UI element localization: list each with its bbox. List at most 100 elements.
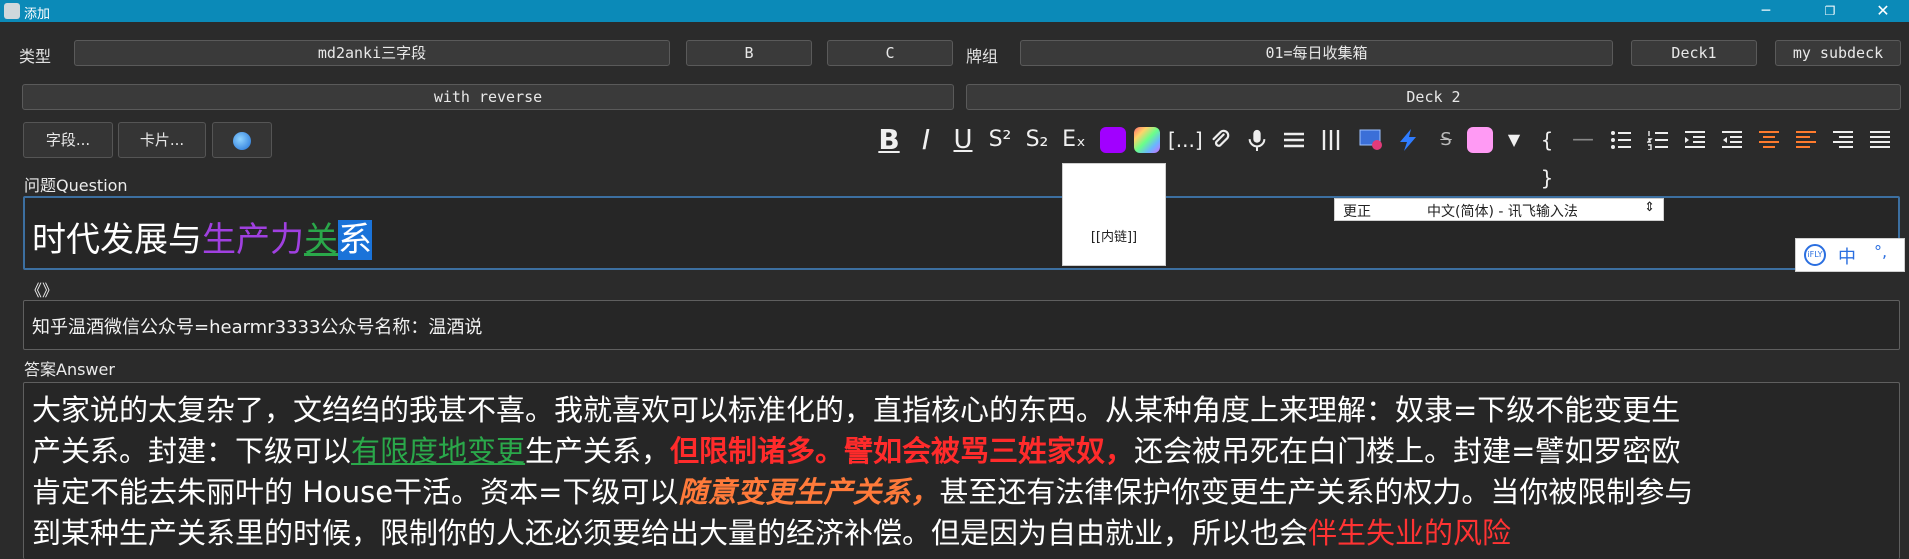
align-left-icon	[1796, 131, 1816, 148]
outdent-button[interactable]	[1680, 121, 1710, 159]
underline-button[interactable]: U	[948, 121, 978, 159]
columns-icon	[1322, 130, 1340, 150]
answer-segment: 到某种生产关系里的时候，限制你的人还必须要给出大量的经济补偿。但是因为自由就业，…	[32, 516, 1309, 550]
justify-button[interactable]	[1865, 121, 1895, 159]
text-color-button[interactable]	[1098, 121, 1128, 159]
fields-button[interactable]: 字段...	[23, 122, 113, 158]
answer-segment: 还会被吊死在白门楼上。封建=譬如罗密欧	[1134, 434, 1681, 468]
strikethrough-button[interactable]: S	[1431, 121, 1461, 159]
outdent-icon	[1685, 131, 1705, 148]
app-icon	[4, 3, 20, 19]
answer-text: 大家说的太复杂了，文绉绉的我甚不喜。我就喜欢可以标准化的，直指核心的东西。从某种…	[32, 390, 1892, 554]
align-menu-button[interactable]	[1279, 121, 1309, 159]
columns-button[interactable]	[1316, 121, 1346, 159]
with-reverse-button[interactable]: with reverse	[22, 84, 954, 110]
inner-link-text[interactable]: [[内链]]	[1063, 226, 1165, 245]
code-button[interactable]: { }	[1532, 121, 1562, 190]
restore-icon[interactable]: ❐	[1807, 0, 1853, 22]
answer-line: 大家说的太复杂了，文绉绉的我甚不喜。我就喜欢可以标准化的，直指核心的东西。从某种…	[32, 390, 1892, 431]
answer-segment-orange: 随意变更生产关系，	[678, 475, 940, 509]
note-type-select[interactable]: md2anki三字段	[74, 40, 670, 66]
align-left-button[interactable]	[1791, 121, 1821, 159]
answer-segment: 大家说的太复杂了，文绉绉的我甚不喜。我就喜欢可以标准化的，直指核心的东西。从某种…	[32, 393, 1681, 427]
answer-segment-red: 但限制诸多。譬如会被骂三姓家奴，	[670, 434, 1135, 468]
numbered-list-icon	[1646, 131, 1668, 151]
align-right-icon	[1833, 131, 1853, 148]
answer-segment-red: 伴生失业的风险	[1308, 516, 1512, 550]
indent-icon	[1722, 131, 1742, 148]
question-text-purple: 生产力	[202, 220, 304, 260]
deck-select[interactable]: 01=每日收集箱	[1020, 40, 1613, 66]
globe-button[interactable]	[212, 122, 272, 158]
paperclip-icon	[1212, 129, 1230, 147]
title-bar: 添加 ─ ❐ ✕	[0, 0, 1909, 22]
inner-link-popup[interactable]: [[内链]]	[1062, 163, 1166, 266]
answer-field-label: 答案Answer	[24, 360, 115, 379]
bullet-list-button[interactable]	[1606, 121, 1636, 159]
lightning-icon	[1400, 129, 1416, 151]
numbered-list-button[interactable]	[1643, 121, 1673, 159]
minimize-icon[interactable]: ─	[1743, 0, 1789, 22]
highlight-color-button[interactable]	[1132, 121, 1162, 159]
answer-line: 到某种生产关系里的时候，限制你的人还必须要给出大量的经济补偿。但是因为自由就业，…	[32, 513, 1892, 554]
justify-icon	[1870, 131, 1890, 148]
deck-label: 牌组	[966, 47, 999, 66]
pink-color-button[interactable]	[1465, 121, 1495, 159]
ime-chinese-toggle[interactable]: 中	[1838, 243, 1856, 269]
note-type-b-button[interactable]: B	[686, 40, 812, 66]
question-field-label: 问题Question	[24, 176, 128, 195]
question-text-selected: 系	[338, 220, 372, 260]
hr-button[interactable]: —	[1568, 121, 1598, 159]
note-type-c-button[interactable]: C	[827, 40, 953, 66]
question-text-plain: 时代发展与	[32, 220, 202, 260]
answer-segment: 甚至还有法律保护你变更生产关系的权力。当你被限制参与	[939, 475, 1694, 509]
align-center-button[interactable]	[1754, 121, 1784, 159]
ime-arrows-icon[interactable]: ⇕	[1644, 200, 1655, 215]
subscript-button[interactable]: S₂	[1022, 121, 1052, 159]
answer-segment: 生产关系，	[525, 434, 671, 468]
strikethrough-icon: S	[1440, 129, 1452, 150]
close-icon[interactable]: ✕	[1860, 0, 1906, 22]
cloze-button[interactable]: [...]	[1168, 121, 1203, 159]
deck1-button[interactable]: Deck1	[1631, 40, 1757, 66]
answer-line: 肯定不能去朱丽叶的 House干活。资本=下级可以随意变更生产关系，甚至还有法律…	[32, 472, 1892, 513]
hamburger-icon	[1284, 132, 1304, 148]
aside-field-text: 知乎温酒微信公众号=hearmr3333公众号名称：温酒说	[32, 317, 483, 338]
indent-button[interactable]	[1717, 121, 1747, 159]
cards-button[interactable]: 卡片...	[118, 122, 206, 158]
ime-status-bar[interactable]: 更正 中文(简体) - 讯飞输入法 ⇕	[1334, 198, 1664, 221]
answer-segment: 产关系。封建：下级可以	[32, 434, 352, 468]
text-color-swatch-icon	[1100, 127, 1126, 153]
note-type-label: 类型	[19, 47, 52, 66]
answer-segment-green: 有限度地变更	[351, 434, 526, 468]
ime-punctuation-toggle[interactable]: °,	[1874, 242, 1887, 261]
clear-format-button[interactable]: Eₓ	[1059, 121, 1089, 159]
align-center-icon	[1759, 131, 1779, 148]
aside-field-label: 《》	[26, 281, 59, 300]
screen-add-icon	[1359, 129, 1382, 150]
image-button[interactable]	[1356, 121, 1386, 159]
answer-line: 产关系。封建：下级可以有限度地变更生产关系，但限制诸多。譬如会被骂三姓家奴，还会…	[32, 431, 1892, 472]
window-title: 添加	[24, 7, 51, 22]
bold-button[interactable]: B	[874, 121, 904, 159]
my-subdeck-button[interactable]: my subdeck	[1775, 40, 1901, 66]
record-button[interactable]	[1242, 121, 1272, 159]
attach-button[interactable]	[1205, 121, 1235, 159]
color-gradient-icon	[1134, 127, 1160, 153]
question-text: 时代发展与生产力关系	[32, 212, 372, 261]
ime-correct-button[interactable]: 更正	[1343, 201, 1371, 221]
lightning-button[interactable]	[1393, 121, 1423, 159]
superscript-button[interactable]: S²	[985, 121, 1015, 159]
pink-swatch-icon	[1467, 127, 1493, 153]
ime-floating-toolbar[interactable]: iFLY 中 °,	[1795, 238, 1905, 272]
italic-button[interactable]: I	[911, 121, 941, 159]
deck2-button[interactable]: Deck 2	[966, 84, 1901, 110]
bullet-list-icon	[1611, 131, 1631, 149]
answer-segment: 肯定不能去朱丽叶的 House干活。资本=下级可以	[32, 475, 679, 509]
more-dropdown[interactable]: ▼	[1499, 121, 1529, 159]
globe-icon	[233, 131, 251, 150]
ime-name-label[interactable]: 中文(简体) - 讯飞输入法	[1427, 201, 1578, 221]
question-text-green: 关	[304, 220, 338, 260]
microphone-icon	[1248, 129, 1266, 151]
align-right-button[interactable]	[1828, 121, 1858, 159]
